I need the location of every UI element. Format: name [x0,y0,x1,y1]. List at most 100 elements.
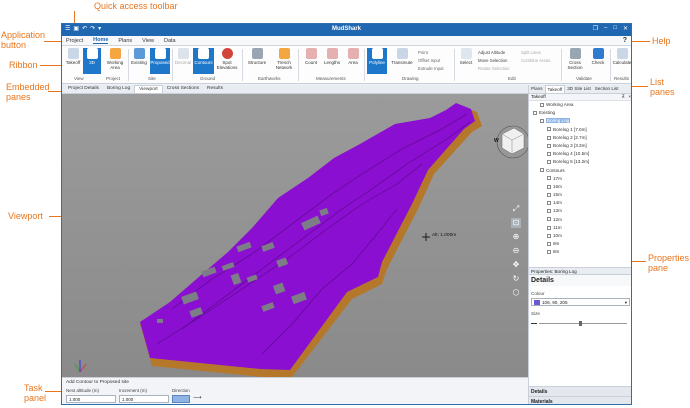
tree-item[interactable]: 14m [529,199,631,207]
zoom-in-icon[interactable]: ⊕ [511,232,521,242]
checkbox[interactable] [547,233,551,238]
adjust-altitude-option[interactable]: Adjust Altitude [478,50,505,55]
next-altitude-input[interactable]: 1.000 [66,395,116,403]
checkbox[interactable] [547,127,551,132]
tree-item[interactable]: Borelog 3 [3.3m] [529,142,631,150]
tree-item[interactable]: 12m [529,216,631,224]
tree-item[interactable]: 11m [529,224,631,232]
tab-plans[interactable]: Plans [118,38,132,44]
tree-item[interactable]: 16m [529,183,631,191]
polyline-button[interactable]: Polyline [367,48,387,74]
structure-button[interactable]: Structure [246,48,268,74]
checkbox[interactable] [547,250,551,255]
close-icon[interactable]: ✕ [623,25,628,32]
zoom-extents-icon[interactable]: ⤢ [511,204,521,214]
split-lines-option[interactable]: Split Lines [521,50,541,55]
select-button[interactable]: Select [457,48,475,74]
tab-home[interactable]: Home [93,37,109,44]
checkbox[interactable] [547,135,551,140]
details-accordion[interactable]: Details [529,386,631,396]
direction-up-button[interactable] [172,395,190,403]
tree-item[interactable]: 9m [529,240,631,248]
checkbox[interactable] [540,119,544,124]
direction-down-button[interactable]: ⟶ [193,395,211,403]
tree-item[interactable]: Borelog 4 [10.5m] [529,150,631,158]
tree-item[interactable]: Working Area [529,101,631,109]
spot-elevations-button[interactable]: Spot Elevations [216,48,238,74]
point-option[interactable]: Point [418,50,428,55]
checkbox[interactable] [547,176,551,181]
area-button[interactable]: Area [344,48,362,74]
zoom-out-icon[interactable]: ⊖ [511,246,521,256]
offset-input-option[interactable]: Offset Input [418,58,440,63]
pin-icon[interactable]: ⊼ [622,94,625,100]
tab-boring-log[interactable]: Boring Log [103,85,134,93]
tab-project-details[interactable]: Project Details [64,85,103,93]
move-selection-option[interactable]: Move Selection [478,58,507,63]
tab-view[interactable]: View [142,38,154,44]
checkbox[interactable] [540,102,544,107]
count-button[interactable]: Count [302,48,320,74]
combine-areas-option[interactable]: Combine Areas [521,58,550,63]
tab-3d-site-list[interactable]: 3D Site List [565,85,593,93]
takeoff-button[interactable]: Takeoff [64,48,82,74]
trench-network-button[interactable]: Trench Network [272,48,296,74]
increment-input[interactable]: 1.000 [119,395,169,403]
tab-viewport[interactable]: Viewport [134,85,163,93]
checkbox[interactable] [547,151,551,156]
help-button[interactable]: ? [623,37,627,44]
tab-plans-list[interactable]: Plans [529,85,545,93]
minimize-icon[interactable]: – [604,25,607,32]
colour-select[interactable]: 106, 90, 205 ▾ [531,298,630,306]
orbit-icon[interactable]: ↻ [511,274,521,284]
tree-item[interactable]: Borelog 2 [2.7m] [529,134,631,142]
checkbox[interactable] [547,225,551,230]
tree-item[interactable]: Borelog 1 [7.0m] [529,126,631,134]
tree-item[interactable]: 13m [529,207,631,215]
calculate-button[interactable]: Calculate [612,48,631,74]
3d-button[interactable]: 3D [83,48,101,74]
application-button[interactable]: Project [66,38,83,44]
working-area-button[interactable]: Working Area [104,48,126,74]
maximize-icon[interactable]: □ [613,25,617,32]
decimal-button[interactable]: Decimal [174,48,192,74]
checkbox[interactable] [547,217,551,222]
extrude-input-option[interactable]: Extrude Input [418,66,444,71]
checkbox[interactable] [547,184,551,189]
checkbox[interactable] [540,168,544,173]
size-slider[interactable] [539,321,627,326]
lengths-button[interactable]: Lengths [322,48,342,74]
materials-accordion[interactable]: Materials [529,396,631,404]
tree-item[interactable]: Borelog 5 [13.2m] [529,158,631,166]
pan-icon[interactable]: ✥ [511,260,521,270]
tree-item[interactable]: 15m [529,191,631,199]
tree-item[interactable]: Contours [529,167,631,175]
cross-section-button[interactable]: Cross Section [564,48,586,74]
viewport[interactable]: Alt: 1.000m W ⤢ ⊡ ⊕ ⊖ ✥ ↻ ⬡ [62,94,528,377]
tab-takeoff[interactable]: Takeoff [544,85,566,93]
tab-cross-sections[interactable]: Cross Sections [163,85,203,93]
check-button[interactable]: Check [588,48,608,74]
checkbox[interactable] [533,110,537,115]
terrain-3d-view[interactable] [62,94,528,377]
tree-item[interactable]: Boring Log [529,117,631,125]
checkbox[interactable] [547,160,551,165]
contours-button[interactable]: Contours [193,48,214,74]
restore-icon[interactable]: ❐ [593,25,598,32]
tree-item[interactable]: 10m [529,232,631,240]
tree-item[interactable]: Existing [529,109,631,117]
checkbox[interactable] [547,192,551,197]
home-view-icon[interactable]: ⬡ [511,288,521,298]
transmute-button[interactable]: Transmute [390,48,414,74]
zoom-window-icon[interactable]: ⊡ [511,218,521,228]
tab-results[interactable]: Results [203,85,227,93]
close-icon[interactable]: × [628,94,631,99]
tree-item[interactable]: 17m [529,175,631,183]
checkbox[interactable] [547,241,551,246]
checkbox[interactable] [547,209,551,214]
rotate-selection-option[interactable]: Rotate Selection [478,66,510,71]
view-cube[interactable] [501,127,525,155]
tree-item[interactable]: 8m [529,248,631,256]
checkbox[interactable] [547,143,551,148]
slider-knob[interactable] [579,321,582,326]
